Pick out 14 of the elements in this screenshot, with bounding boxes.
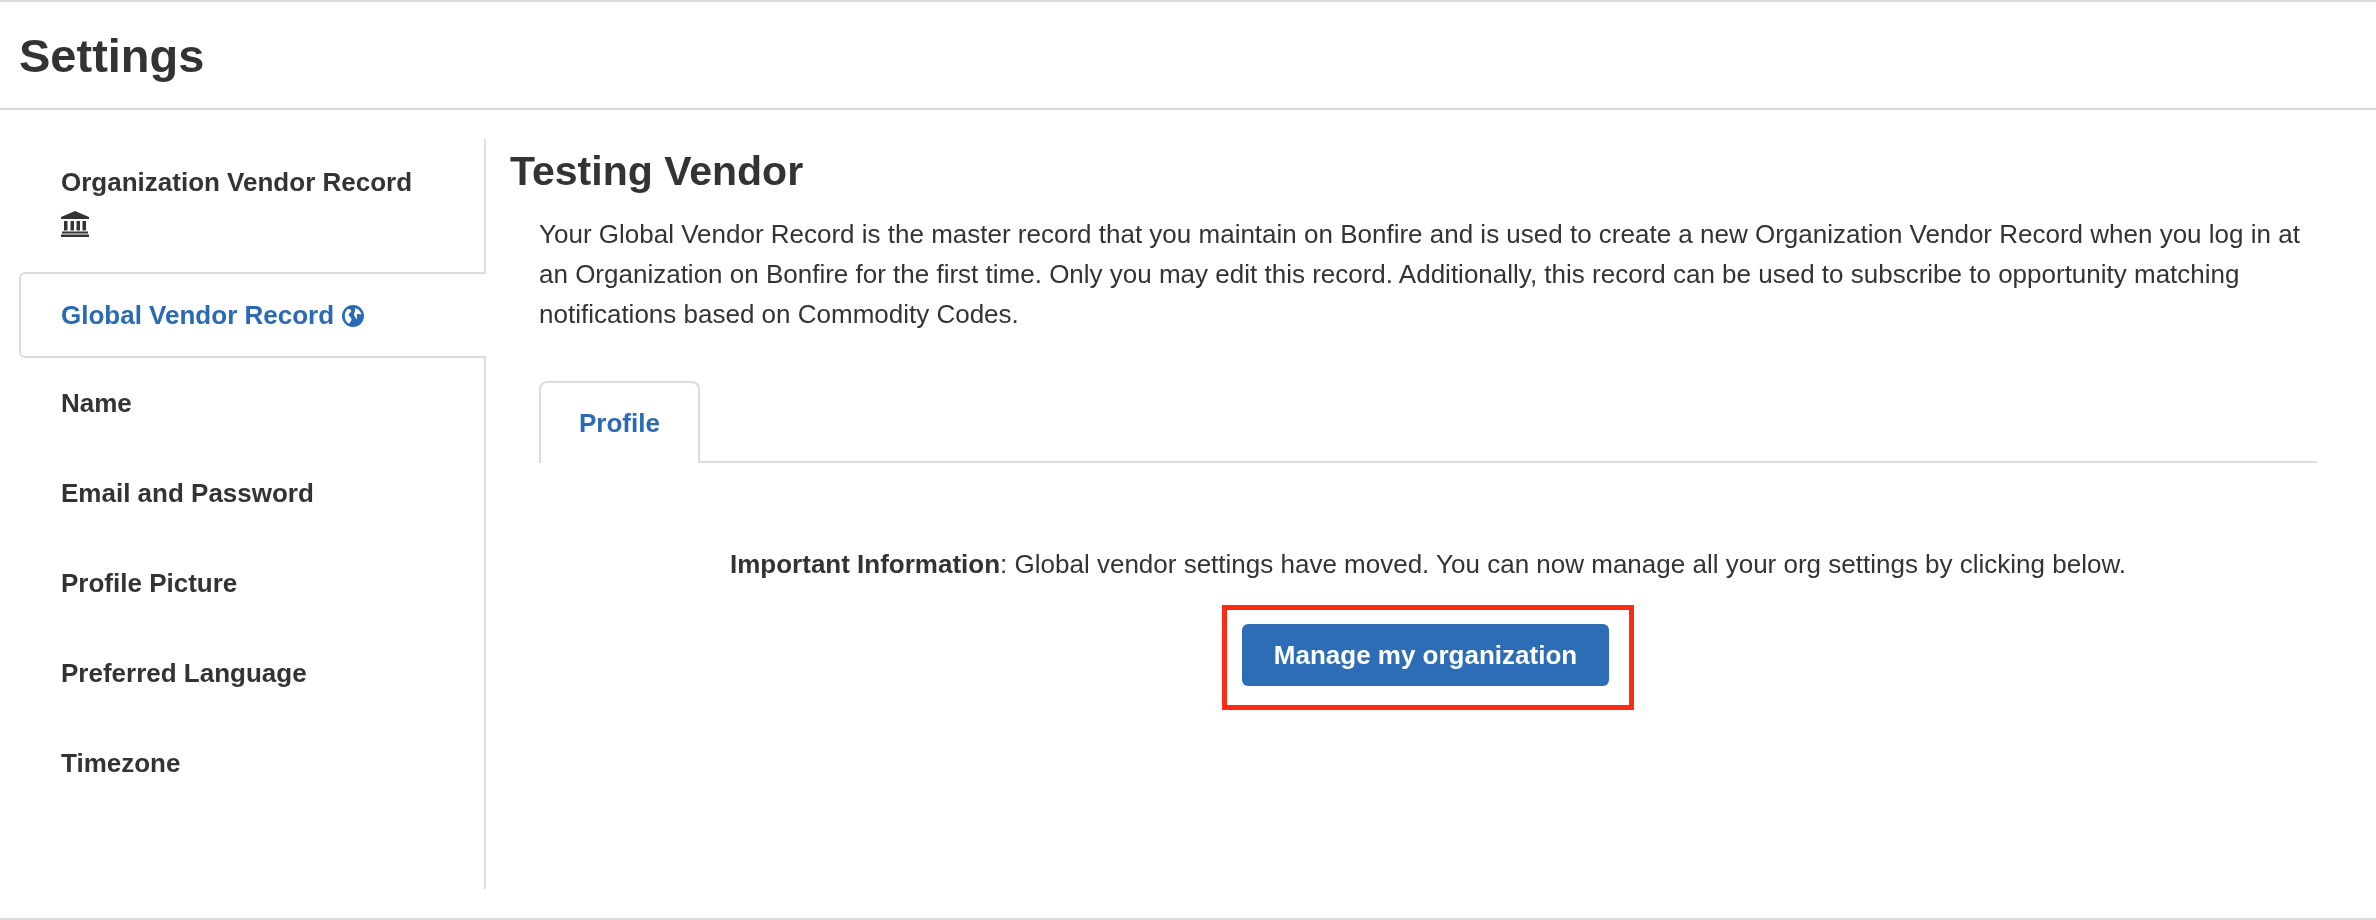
sidebar-item[interactable]: Email and Password	[19, 448, 484, 538]
sidebar-item[interactable]: Name	[19, 358, 484, 448]
description-text: Your Global Vendor Record is the master record that you maintain on Bonfire and is used to create a new Organization Vendor Record when you log in at an Organization on Bonfire for the first time. Only you may edit this record. Additionally, this record can be used to subscribe to opportunity matching notifications based on Commodity Codes.	[539, 218, 2301, 331]
sidebar-item[interactable]: Timezone	[19, 718, 484, 808]
globe-icon	[342, 305, 365, 327]
sidebar-item[interactable]: Global Vendor Record	[19, 272, 486, 358]
sidebar-item[interactable]: Profile Picture	[19, 538, 484, 628]
vendor-title: Testing Vendor	[510, 149, 805, 193]
manage-organization-button[interactable]: Manage my organization	[1241, 624, 1610, 686]
notice-text: Important Information: Global vendor settings have moved. You can now manage all your org settings by clicking below.	[730, 548, 2126, 581]
sidebar-item[interactable]: Organization Vendor Record	[19, 139, 484, 272]
sidebar-item[interactable]: Preferred Language	[19, 628, 484, 718]
bank-icon	[61, 211, 89, 237]
tab[interactable]: Profile	[539, 381, 700, 463]
